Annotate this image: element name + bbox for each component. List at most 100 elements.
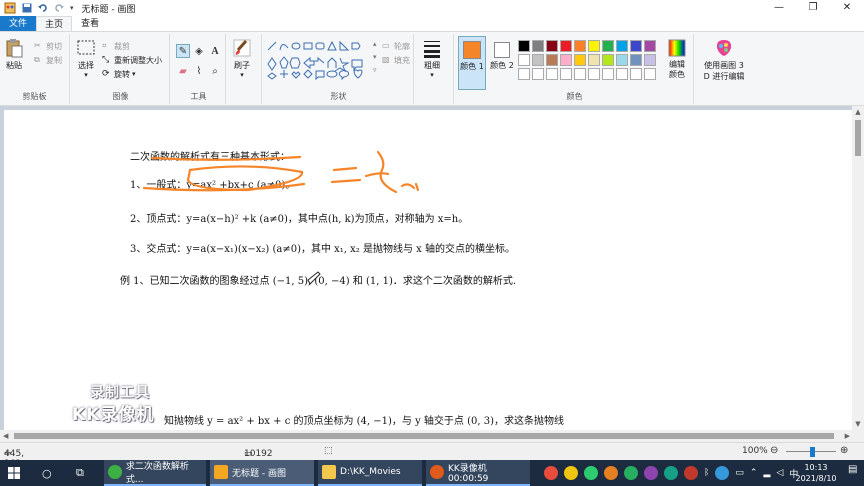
volume-icon[interactable]: ◁ (776, 468, 783, 478)
select-button[interactable]: 选择 ▾ (76, 38, 96, 79)
bluetooth-icon[interactable]: ᛒ (704, 468, 709, 478)
task-view-button[interactable]: ⧉ (72, 460, 84, 486)
vertical-scroll-thumb[interactable] (855, 120, 861, 156)
minimize-button[interactable]: — (762, 0, 796, 16)
expand-gallery-icon[interactable]: ▿ (373, 66, 377, 74)
paste-button[interactable]: 粘贴 (4, 38, 24, 71)
tools-group-label: 工具 (190, 92, 207, 101)
size-button[interactable]: 粗细 ▾ (422, 38, 442, 79)
fill-tool[interactable]: ◈ (192, 44, 206, 58)
palette-swatch[interactable] (560, 40, 572, 52)
palette-swatch[interactable] (644, 40, 656, 52)
horizontal-scroll-thumb[interactable] (14, 433, 834, 439)
scroll-down-arrow-icon[interactable]: ▼ (852, 420, 864, 428)
start-button[interactable] (4, 460, 24, 486)
taskbar-app-paint[interactable]: 无标题 - 画图 (210, 460, 314, 486)
tray-app-icon[interactable] (564, 466, 578, 480)
clock[interactable]: 10:13 2021/8/10 (790, 462, 842, 484)
custom-color-slot[interactable] (532, 68, 544, 80)
palette-swatch[interactable] (574, 54, 586, 66)
palette-swatch[interactable] (546, 54, 558, 66)
pencil-tool[interactable]: ✎ (176, 44, 190, 58)
restore-button[interactable]: ❐ (796, 0, 830, 16)
palette-swatch[interactable] (518, 40, 530, 52)
taskbar-app-browser[interactable]: 求二次函数解析式... (104, 460, 206, 486)
custom-color-slot[interactable] (616, 68, 628, 80)
zoom-out-button[interactable]: ⊖ (770, 445, 778, 456)
palette-swatch[interactable] (546, 40, 558, 52)
palette-swatch[interactable] (602, 40, 614, 52)
close-button[interactable]: ✕ (830, 0, 864, 16)
text-tool[interactable]: A (208, 44, 222, 58)
tray-app-icon[interactable] (544, 466, 558, 480)
custom-color-slot[interactable] (518, 68, 530, 80)
palette-swatch[interactable] (630, 40, 642, 52)
redo-icon[interactable] (54, 3, 64, 13)
custom-color-slot[interactable] (560, 68, 572, 80)
tab-view[interactable]: 查看 (72, 16, 108, 31)
palette-swatch[interactable] (532, 40, 544, 52)
zoom-in-button[interactable]: ⊕ (840, 445, 848, 456)
palette-swatch[interactable] (630, 54, 642, 66)
tray-app-icon[interactable] (624, 466, 638, 480)
show-hidden-icons[interactable]: ⌃ (750, 468, 758, 478)
tray-app-icon[interactable] (644, 466, 658, 480)
palette-swatch[interactable] (644, 54, 656, 66)
save-icon[interactable] (22, 3, 32, 13)
custom-color-slot[interactable] (630, 68, 642, 80)
rotate-button[interactable]: ⟳ 旋转 ▾ (102, 68, 136, 80)
palette-swatch[interactable] (560, 54, 572, 66)
custom-color-slot[interactable] (644, 68, 656, 80)
resize-button[interactable]: ⤡ 重新调整大小 (102, 54, 162, 66)
scroll-left-arrow-icon[interactable]: ◀ (3, 430, 8, 442)
search-button[interactable]: ○ (38, 460, 52, 486)
tray-app-icon[interactable] (584, 466, 598, 480)
tray-app-icon[interactable] (604, 466, 618, 480)
palette-swatch[interactable] (602, 54, 614, 66)
vertical-scrollbar[interactable]: ▲ ▼ (852, 106, 864, 430)
network-icon[interactable]: ▂ (763, 468, 770, 478)
edit-with-paint3d-button[interactable]: 使用画图 3 D 进行编辑 (698, 38, 750, 82)
cut-button[interactable]: ✂ 剪切 (34, 40, 62, 52)
custom-color-slot[interactable] (546, 68, 558, 80)
customize-icon[interactable]: ▾ (70, 0, 74, 16)
custom-color-slot[interactable] (602, 68, 614, 80)
undo-icon[interactable] (38, 3, 48, 13)
palette-swatch[interactable] (574, 40, 586, 52)
battery-icon[interactable]: ▭ (735, 468, 744, 478)
color2-button[interactable]: 颜色 2 (488, 36, 516, 90)
tab-home[interactable]: 主页 (36, 16, 72, 31)
shape-fill-button[interactable]: ▧ 填充 (382, 54, 410, 66)
palette-swatch[interactable] (616, 40, 628, 52)
taskbar-app-explorer[interactable]: D:\KK_Movies (318, 460, 422, 486)
palette-swatch[interactable] (588, 54, 600, 66)
copy-button[interactable]: ⧉ 复制 (34, 54, 62, 66)
scroll-up-icon[interactable]: ▴ (373, 40, 377, 48)
eraser-tool[interactable]: ▰ (176, 64, 190, 78)
magnifier-tool[interactable]: ⌕ (208, 64, 222, 78)
scroll-down-icon[interactable]: ▾ (373, 53, 377, 61)
custom-color-slot[interactable] (588, 68, 600, 80)
tray-app-icon[interactable] (684, 466, 698, 480)
color-picker-tool[interactable]: ⌇ (192, 64, 206, 78)
tab-file[interactable]: 文件 (0, 16, 36, 31)
scroll-up-arrow-icon[interactable]: ▲ (852, 108, 864, 116)
palette-swatch[interactable] (532, 54, 544, 66)
brushes-button[interactable]: 刷子 ▾ (232, 38, 252, 79)
color1-button[interactable]: 颜色 1 (458, 36, 486, 90)
palette-swatch[interactable] (588, 40, 600, 52)
custom-color-slot[interactable] (574, 68, 586, 80)
tray-app-icon[interactable] (664, 466, 678, 480)
shape-outline-button[interactable]: ▭ 轮廓 (382, 40, 410, 52)
scroll-right-arrow-icon[interactable]: ▶ (845, 430, 850, 442)
tray-app-icon[interactable] (715, 466, 730, 480)
taskbar-app-kk-recorder[interactable]: KK录像机 00:00:59 (426, 460, 530, 486)
palette-swatch[interactable] (616, 54, 628, 66)
notification-center-icon[interactable]: ▤ (848, 464, 857, 475)
edit-colors-button[interactable]: 编辑颜色 (662, 38, 692, 80)
crop-button[interactable]: ⌗ 裁剪 (102, 40, 130, 52)
palette-swatch[interactable] (518, 54, 530, 66)
shapes-gallery[interactable] (266, 40, 372, 80)
zoom-slider-thumb[interactable] (810, 447, 815, 457)
horizontal-scrollbar[interactable]: ◀ ▶ (0, 430, 864, 442)
